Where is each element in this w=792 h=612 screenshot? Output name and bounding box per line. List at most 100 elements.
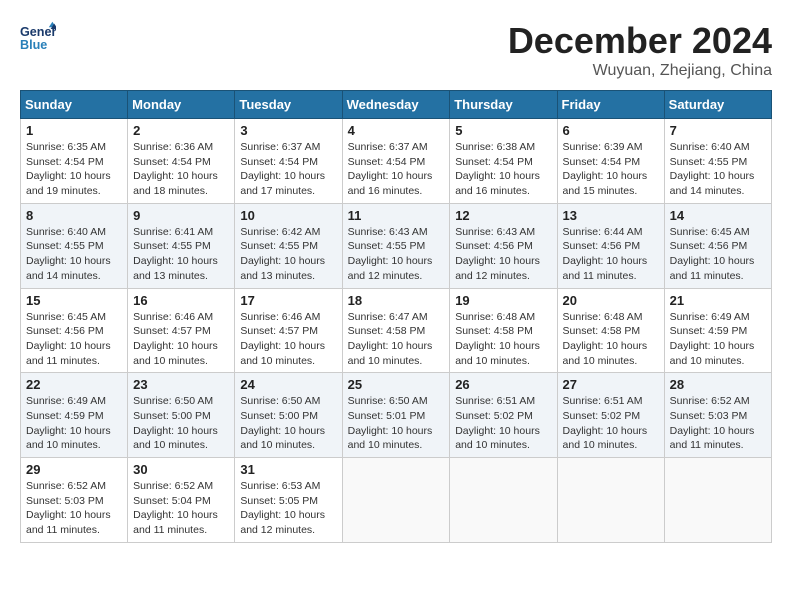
calendar-cell: 6 Sunrise: 6:39 AMSunset: 4:54 PMDaylight… xyxy=(557,119,664,204)
calendar-cell: 5Sunrise: 6:38 AMSunset: 4:54 PMDaylight… xyxy=(450,119,557,204)
day-info: Sunrise: 6:44 AMSunset: 4:56 PMDaylight:… xyxy=(563,225,659,284)
calendar-cell: 10 Sunrise: 6:42 AMSunset: 4:55 PMDayligh… xyxy=(235,203,342,288)
day-number: 13 xyxy=(563,208,659,223)
calendar-cell: 9Sunrise: 6:41 AMSunset: 4:55 PMDaylight… xyxy=(128,203,235,288)
day-info: Sunrise: 6:50 AMSunset: 5:00 PMDaylight:… xyxy=(133,394,229,453)
calendar-cell: 12Sunrise: 6:43 AMSunset: 4:56 PMDayligh… xyxy=(450,203,557,288)
day-number: 2 xyxy=(133,123,229,138)
day-info: Sunrise: 6:52 AMSunset: 5:04 PMDaylight:… xyxy=(133,479,229,538)
day-info: Sunrise: 6:43 AMSunset: 4:56 PMDaylight:… xyxy=(455,225,551,284)
day-info: Sunrise: 6:46 AMSunset: 4:57 PMDaylight:… xyxy=(133,310,229,369)
calendar-cell xyxy=(664,458,771,543)
day-info: Sunrise: 6:40 AMSunset: 4:55 PMDaylight:… xyxy=(26,225,122,284)
calendar-cell: 15 Sunrise: 6:45 AMSunset: 4:56 PMDayligh… xyxy=(21,288,128,373)
calendar-cell: 26Sunrise: 6:51 AMSunset: 5:02 PMDayligh… xyxy=(450,373,557,458)
calendar-cell: 13 Sunrise: 6:44 AMSunset: 4:56 PMDayligh… xyxy=(557,203,664,288)
page-header: General Blue December 2024 Wuyuan, Zheji… xyxy=(20,20,772,80)
calendar-cell: 1Sunrise: 6:35 AMSunset: 4:54 PMDaylight… xyxy=(21,119,128,204)
calendar-cell: 23Sunrise: 6:50 AMSunset: 5:00 PMDayligh… xyxy=(128,373,235,458)
month-title: December 2024 xyxy=(508,20,772,62)
calendar-cell: 11 Sunrise: 6:43 AMSunset: 4:55 PMDayligh… xyxy=(342,203,450,288)
weekday-header-saturday: Saturday xyxy=(664,91,771,119)
weekday-header-sunday: Sunday xyxy=(21,91,128,119)
day-info: Sunrise: 6:49 AMSunset: 4:59 PMDaylight:… xyxy=(26,394,122,453)
calendar-cell: 20 Sunrise: 6:48 AMSunset: 4:58 PMDayligh… xyxy=(557,288,664,373)
svg-text:Blue: Blue xyxy=(20,38,47,52)
calendar-cell: 24 Sunrise: 6:50 AMSunset: 5:00 PMDayligh… xyxy=(235,373,342,458)
weekday-header-monday: Monday xyxy=(128,91,235,119)
day-info: Sunrise: 6:45 AMSunset: 4:56 PMDaylight:… xyxy=(26,310,122,369)
title-section: December 2024 Wuyuan, Zhejiang, China xyxy=(508,20,772,80)
calendar-cell: 25Sunrise: 6:50 AMSunset: 5:01 PMDayligh… xyxy=(342,373,450,458)
calendar-cell: 30Sunrise: 6:52 AMSunset: 5:04 PMDayligh… xyxy=(128,458,235,543)
calendar-cell xyxy=(342,458,450,543)
calendar-cell: 3 Sunrise: 6:37 AMSunset: 4:54 PMDaylight… xyxy=(235,119,342,204)
calendar-week-5: 29 Sunrise: 6:52 AMSunset: 5:03 PMDayligh… xyxy=(21,458,772,543)
calendar-cell: 29 Sunrise: 6:52 AMSunset: 5:03 PMDayligh… xyxy=(21,458,128,543)
calendar-week-2: 8 Sunrise: 6:40 AMSunset: 4:55 PMDaylight… xyxy=(21,203,772,288)
day-info: Sunrise: 6:47 AMSunset: 4:58 PMDaylight:… xyxy=(348,310,445,369)
calendar-cell: 19 Sunrise: 6:48 AMSunset: 4:58 PMDayligh… xyxy=(450,288,557,373)
day-number: 7 xyxy=(670,123,766,138)
calendar-cell: 7 Sunrise: 6:40 AMSunset: 4:55 PMDaylight… xyxy=(664,119,771,204)
calendar-cell xyxy=(557,458,664,543)
day-number: 9 xyxy=(133,208,229,223)
day-number: 28 xyxy=(670,377,766,392)
day-info: Sunrise: 6:39 AMSunset: 4:54 PMDaylight:… xyxy=(563,140,659,199)
day-info: Sunrise: 6:48 AMSunset: 4:58 PMDaylight:… xyxy=(563,310,659,369)
day-number: 11 xyxy=(348,208,445,223)
calendar-cell xyxy=(450,458,557,543)
weekday-header-friday: Friday xyxy=(557,91,664,119)
day-number: 8 xyxy=(26,208,122,223)
calendar-cell: 2 Sunrise: 6:36 AMSunset: 4:54 PMDaylight… xyxy=(128,119,235,204)
day-info: Sunrise: 6:52 AMSunset: 5:03 PMDaylight:… xyxy=(670,394,766,453)
calendar-cell: 16 Sunrise: 6:46 AMSunset: 4:57 PMDayligh… xyxy=(128,288,235,373)
day-number: 31 xyxy=(240,462,336,477)
calendar-cell: 4 Sunrise: 6:37 AMSunset: 4:54 PMDaylight… xyxy=(342,119,450,204)
day-info: Sunrise: 6:50 AMSunset: 5:01 PMDaylight:… xyxy=(348,394,445,453)
logo: General Blue xyxy=(20,20,56,56)
day-number: 20 xyxy=(563,293,659,308)
day-number: 29 xyxy=(26,462,122,477)
calendar-cell: 22Sunrise: 6:49 AMSunset: 4:59 PMDayligh… xyxy=(21,373,128,458)
calendar-cell: 21Sunrise: 6:49 AMSunset: 4:59 PMDayligh… xyxy=(664,288,771,373)
day-info: Sunrise: 6:45 AMSunset: 4:56 PMDaylight:… xyxy=(670,225,766,284)
calendar-cell: 8 Sunrise: 6:40 AMSunset: 4:55 PMDaylight… xyxy=(21,203,128,288)
calendar-table: SundayMondayTuesdayWednesdayThursdayFrid… xyxy=(20,90,772,543)
day-info: Sunrise: 6:52 AMSunset: 5:03 PMDaylight:… xyxy=(26,479,122,538)
weekday-header-row: SundayMondayTuesdayWednesdayThursdayFrid… xyxy=(21,91,772,119)
day-info: Sunrise: 6:40 AMSunset: 4:55 PMDaylight:… xyxy=(670,140,766,199)
day-info: Sunrise: 6:43 AMSunset: 4:55 PMDaylight:… xyxy=(348,225,445,284)
day-info: Sunrise: 6:53 AMSunset: 5:05 PMDaylight:… xyxy=(240,479,336,538)
day-info: Sunrise: 6:37 AMSunset: 4:54 PMDaylight:… xyxy=(240,140,336,199)
day-number: 24 xyxy=(240,377,336,392)
weekday-header-wednesday: Wednesday xyxy=(342,91,450,119)
calendar-week-4: 22Sunrise: 6:49 AMSunset: 4:59 PMDayligh… xyxy=(21,373,772,458)
location: Wuyuan, Zhejiang, China xyxy=(508,62,772,80)
day-info: Sunrise: 6:42 AMSunset: 4:55 PMDaylight:… xyxy=(240,225,336,284)
day-number: 16 xyxy=(133,293,229,308)
logo-icon: General Blue xyxy=(20,20,56,56)
day-number: 4 xyxy=(348,123,445,138)
day-number: 3 xyxy=(240,123,336,138)
calendar-cell: 14Sunrise: 6:45 AMSunset: 4:56 PMDayligh… xyxy=(664,203,771,288)
day-number: 10 xyxy=(240,208,336,223)
weekday-header-thursday: Thursday xyxy=(450,91,557,119)
weekday-header-tuesday: Tuesday xyxy=(235,91,342,119)
day-number: 6 xyxy=(563,123,659,138)
day-info: Sunrise: 6:37 AMSunset: 4:54 PMDaylight:… xyxy=(348,140,445,199)
calendar-cell: 27Sunrise: 6:51 AMSunset: 5:02 PMDayligh… xyxy=(557,373,664,458)
day-info: Sunrise: 6:48 AMSunset: 4:58 PMDaylight:… xyxy=(455,310,551,369)
day-number: 17 xyxy=(240,293,336,308)
day-number: 15 xyxy=(26,293,122,308)
day-number: 5 xyxy=(455,123,551,138)
calendar-cell: 17 Sunrise: 6:46 AMSunset: 4:57 PMDayligh… xyxy=(235,288,342,373)
calendar-cell: 18Sunrise: 6:47 AMSunset: 4:58 PMDayligh… xyxy=(342,288,450,373)
calendar-week-1: 1Sunrise: 6:35 AMSunset: 4:54 PMDaylight… xyxy=(21,119,772,204)
day-number: 1 xyxy=(26,123,122,138)
day-info: Sunrise: 6:50 AMSunset: 5:00 PMDaylight:… xyxy=(240,394,336,453)
day-info: Sunrise: 6:46 AMSunset: 4:57 PMDaylight:… xyxy=(240,310,336,369)
day-info: Sunrise: 6:36 AMSunset: 4:54 PMDaylight:… xyxy=(133,140,229,199)
day-number: 19 xyxy=(455,293,551,308)
day-number: 27 xyxy=(563,377,659,392)
